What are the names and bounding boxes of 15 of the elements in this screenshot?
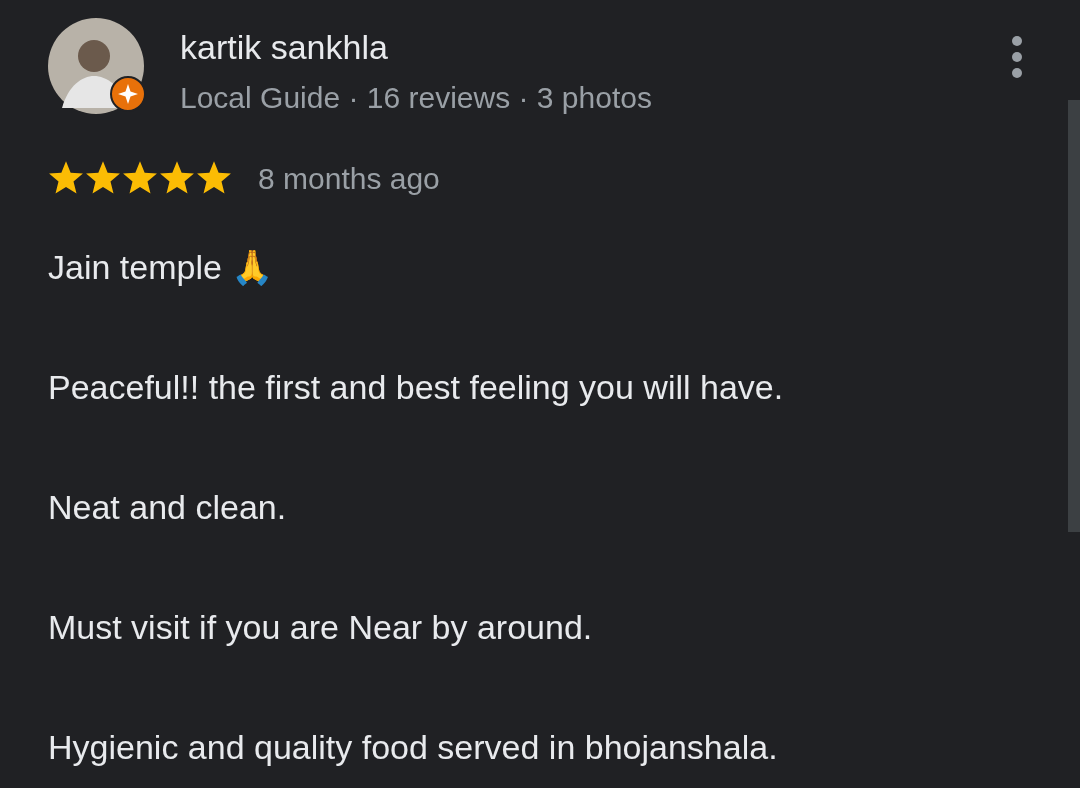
reviewer-stats: Local Guide · 16 reviews · 3 photos — [180, 80, 653, 116]
star-icon — [159, 161, 195, 196]
review-date: 8 months ago — [258, 161, 440, 197]
review-text: Must visit if you are Near by around. — [48, 607, 594, 648]
review-text: Peaceful!! the first and best feeling you will have. — [48, 367, 785, 408]
star-icon — [196, 161, 232, 196]
star-icon — [122, 161, 158, 196]
scrollbar[interactable] — [1068, 100, 1080, 532]
reviewer-name[interactable]: kartik sankhla — [180, 24, 1010, 70]
review-text: Jain temple 🙏 — [48, 247, 275, 288]
star-icon — [48, 161, 84, 196]
review-text: Neat and clean. — [48, 487, 288, 528]
review-text: Hygienic and quality food served in bhojanshala. — [48, 727, 779, 768]
more-options-icon[interactable] — [1010, 36, 1024, 78]
star-icon — [85, 161, 121, 196]
